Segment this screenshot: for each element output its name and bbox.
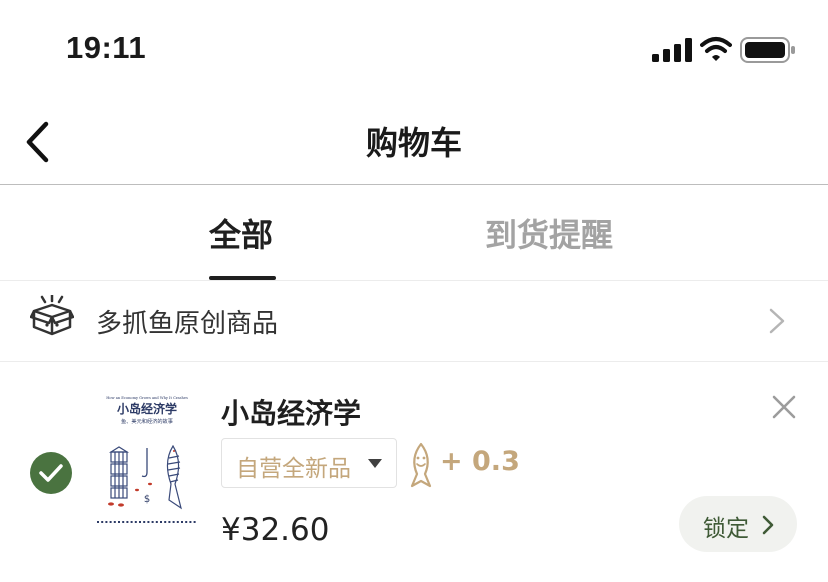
svg-text:$: $ xyxy=(144,494,150,505)
wifi-icon xyxy=(700,37,732,61)
tab-bar: 全部 到货提醒 xyxy=(0,184,828,281)
chevron-right-icon xyxy=(769,308,785,334)
page-title: 购物车 xyxy=(365,124,462,162)
svg-text:How an Economy Grows and Why I: How an Economy Grows and Why It Crashes xyxy=(106,396,188,400)
points-value: + 0.3 xyxy=(440,446,520,477)
variant-label: 自营全新品 xyxy=(236,456,351,482)
caret-down-icon xyxy=(368,459,382,468)
svg-text:鱼、美元和经济的故事: 鱼、美元和经济的故事 xyxy=(121,417,173,425)
section-label: 多抓鱼原创商品 xyxy=(96,309,279,339)
section-original-products[interactable]: 多抓鱼原创商品 xyxy=(0,281,828,362)
cellular-signal-icon xyxy=(652,38,692,62)
package-box-icon xyxy=(30,295,74,336)
close-icon[interactable] xyxy=(771,394,797,420)
status-time: 19:11 xyxy=(66,30,147,65)
svg-text:小岛经济学: 小岛经济学 xyxy=(117,401,177,416)
status-bar: 19:11 xyxy=(0,0,828,100)
lock-button-label: 锁定 xyxy=(703,516,749,542)
active-tab-indicator xyxy=(209,276,276,280)
variant-selector[interactable]: 自营全新品 xyxy=(221,438,397,488)
battery-icon xyxy=(740,37,795,63)
tab-all[interactable]: 全部 xyxy=(209,210,273,256)
lock-button[interactable]: 锁定 xyxy=(679,496,797,552)
cart-item: How an Economy Grows and Why It Crashes … xyxy=(0,362,828,582)
fish-points-icon xyxy=(410,442,432,488)
checkmark-icon xyxy=(39,464,63,482)
price: ¥32.60 xyxy=(221,512,330,548)
product-title[interactable]: 小岛经济学 xyxy=(221,392,361,432)
tab-arrival-reminder[interactable]: 到货提醒 xyxy=(485,210,613,256)
navigation-bar: 购物车 xyxy=(0,100,828,185)
book-cover-image[interactable]: How an Economy Grows and Why It Crashes … xyxy=(97,392,197,536)
item-checkbox[interactable] xyxy=(30,452,72,494)
chevron-right-icon xyxy=(762,515,774,535)
